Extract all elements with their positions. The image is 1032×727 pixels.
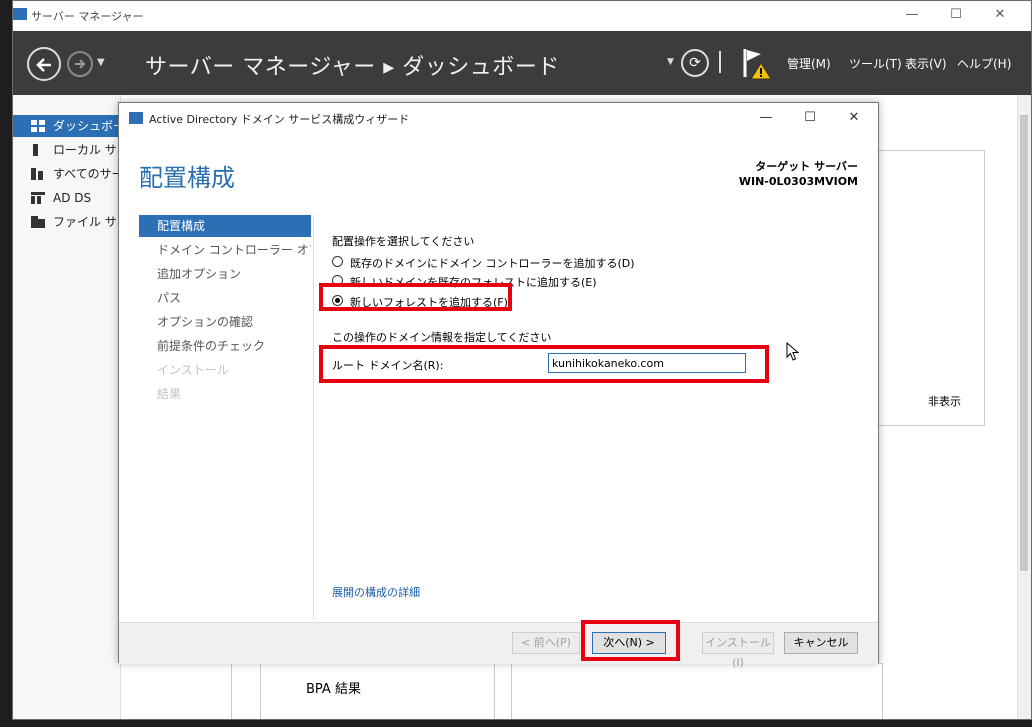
deployment-details-link[interactable]: 展開の構成の詳細 [332, 584, 420, 600]
ad-ds-icon [31, 192, 45, 204]
step-installation: インストール [157, 363, 229, 377]
hide-link[interactable]: 非表示 [928, 393, 961, 409]
annotation-next-button [581, 620, 680, 661]
annotation-new-forest [319, 283, 512, 311]
scrollbar-thumb[interactable] [1020, 115, 1028, 571]
wizard-content: 配置操作を選択してください 既存のドメインにドメイン コントローラーを追加する(… [332, 215, 862, 625]
wizard-close-button[interactable]: ✕ [843, 108, 865, 128]
sidebar-item-label: ダッシュボード [53, 119, 121, 133]
back-arrow-icon[interactable] [27, 47, 61, 81]
step-results: 結果 [157, 387, 182, 401]
local-server-icon [33, 144, 38, 156]
refresh-dropdown-icon[interactable]: ▼ [667, 57, 674, 67]
menu-help[interactable]: ヘルプ(H) [957, 55, 1011, 72]
step-deployment-configuration[interactable]: 配置構成 [139, 215, 311, 237]
server-manager-app-icon [13, 8, 27, 20]
wizard-app-icon [129, 112, 143, 124]
forward-arrow-icon[interactable] [67, 51, 93, 77]
close-button[interactable]: ✕ [989, 5, 1011, 25]
notification-flag-icon[interactable] [741, 45, 775, 84]
step-prerequisites-check[interactable]: 前提条件のチェック [139, 335, 311, 357]
sidebar-item-dashboard[interactable]: ダッシュボード [13, 115, 121, 137]
background-tile-panel: 非表示 [873, 150, 985, 426]
sidebar-item-label: ローカル サーバー [53, 143, 121, 157]
wizard-footer: < 前へ(P) 次へ(N) > インストール(I) キャンセル [119, 622, 878, 669]
file-services-icon [31, 216, 45, 228]
background-role-tile-right [511, 663, 883, 719]
step-paths[interactable]: パス [139, 287, 311, 309]
step-review-options[interactable]: オプションの確認 [139, 311, 311, 333]
sidebar: ダッシュボード ローカル サーバー すべてのサーバー AD DS ファイル サー… [13, 95, 121, 719]
wizard-title: Active Directory ドメイン サービス構成ウィザード [149, 113, 410, 126]
sidebar-item-all-servers[interactable]: すべてのサーバー [13, 163, 121, 185]
window-title: サーバー マネージャー [31, 10, 144, 23]
bpa-results-label[interactable]: BPA 結果 [306, 678, 361, 697]
sidebar-item-local-server[interactable]: ローカル サーバー [13, 139, 121, 161]
server-manager-header: ▼ サーバー マネージャー ▸ ダッシュボード ▼ ⟳ 管理(M) ツール(T)… [13, 31, 1031, 95]
menu-tools[interactable]: ツール(T) [849, 55, 902, 72]
background-role-tile-left: BPA 結果 [231, 663, 495, 719]
sidebar-item-label: ファイル サービス [53, 215, 121, 229]
menu-view[interactable]: 表示(V) [905, 55, 947, 72]
menu-manage[interactable]: 管理(M) [787, 55, 831, 72]
target-server-label: ターゲット サーバー [755, 160, 858, 173]
main-scrollbar[interactable] [1017, 95, 1031, 719]
step-additional-options[interactable]: 追加オプション [139, 263, 311, 285]
server-manager-titlebar: サーバー マネージャー — ☐ ✕ [13, 1, 1031, 31]
all-servers-icon [31, 168, 45, 180]
sidebar-item-label: AD DS [53, 191, 92, 205]
back-button[interactable]: < 前へ(P) [512, 632, 580, 654]
annotation-root-domain [319, 345, 769, 383]
radio-button[interactable] [332, 256, 343, 267]
breadcrumb: サーバー マネージャー ▸ ダッシュボード [145, 55, 560, 80]
step-dc-options[interactable]: ドメイン コントローラー オプション [139, 239, 311, 261]
sidebar-item-ad-ds[interactable]: AD DS [13, 187, 121, 209]
domain-info-label: この操作のドメイン情報を指定してください [332, 331, 552, 344]
wizard-maximize-button[interactable]: ☐ [799, 108, 821, 128]
refresh-icon[interactable]: ⟳ [681, 49, 709, 77]
minimize-button[interactable]: — [901, 5, 923, 25]
target-server-name: WIN-0L0303MVIOM [738, 175, 858, 188]
select-operation-label: 配置操作を選択してください [332, 235, 475, 248]
sidebar-item-label: すべてのサーバー [53, 167, 121, 181]
cancel-button[interactable]: キャンセル [784, 632, 858, 654]
maximize-button[interactable]: ☐ [945, 5, 967, 25]
history-dropdown-icon[interactable]: ▼ [97, 57, 105, 68]
header-separator [719, 51, 721, 73]
wizard-titlebar: Active Directory ドメイン サービス構成ウィザード — ☐ ✕ [119, 103, 878, 133]
install-button[interactable]: インストール(I) [702, 632, 774, 669]
mouse-cursor-icon [786, 341, 800, 365]
sidebar-item-file-services[interactable]: ファイル サービス [13, 211, 121, 233]
wizard-divider [313, 215, 314, 619]
wizard-minimize-button[interactable]: — [755, 108, 777, 128]
wizard-heading: 配置構成 [139, 164, 235, 192]
dashboard-icon [31, 120, 45, 132]
